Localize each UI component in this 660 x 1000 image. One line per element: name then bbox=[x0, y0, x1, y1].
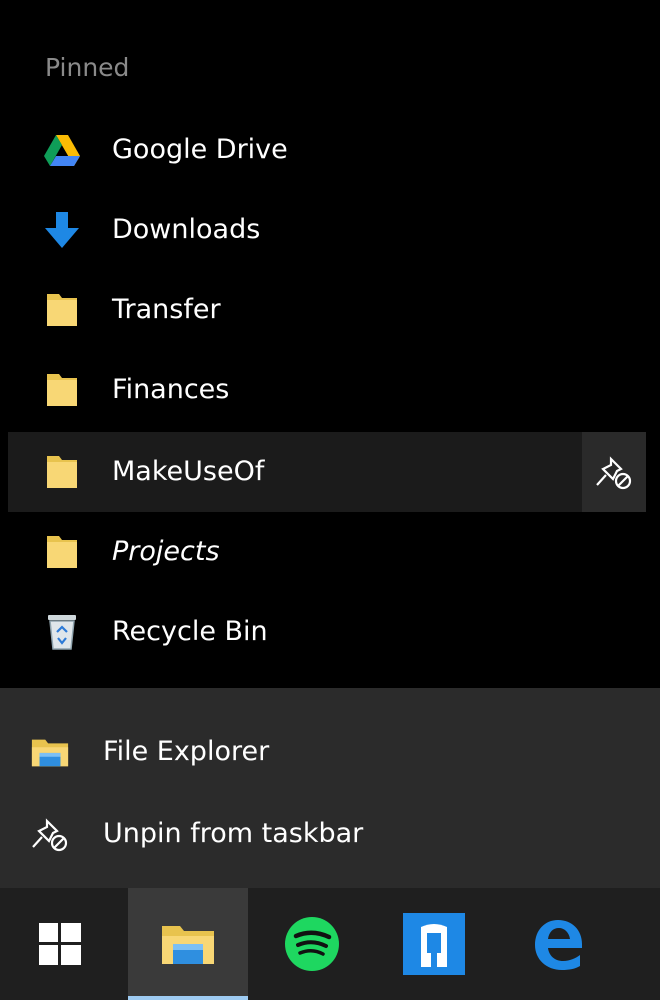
file-explorer-icon bbox=[30, 734, 70, 770]
spotify-icon bbox=[285, 917, 339, 971]
pinned-item-recycle-bin[interactable]: Recycle Bin bbox=[8, 592, 646, 672]
start-button[interactable] bbox=[0, 888, 120, 1000]
unpin-button[interactable] bbox=[582, 432, 646, 512]
recycle-bin-icon bbox=[42, 614, 82, 650]
mail-app-icon bbox=[403, 913, 465, 975]
unpin-icon bbox=[30, 816, 70, 852]
task-label: File Explorer bbox=[103, 736, 270, 767]
windows-start-icon bbox=[39, 923, 81, 965]
pinned-item-label: Projects bbox=[112, 536, 220, 567]
task-unpin-from-taskbar[interactable]: Unpin from taskbar bbox=[0, 794, 660, 874]
unpin-icon bbox=[596, 456, 632, 490]
taskbar-mail-button[interactable] bbox=[374, 888, 494, 1000]
pinned-item-google-drive[interactable]: Google Drive bbox=[8, 110, 646, 190]
taskbar-file-explorer-button[interactable] bbox=[128, 888, 248, 1000]
folder-icon bbox=[42, 292, 82, 328]
download-arrow-icon bbox=[42, 212, 82, 248]
pinned-item-transfer[interactable]: Transfer bbox=[8, 270, 646, 350]
folder-icon bbox=[42, 454, 82, 490]
taskbar bbox=[0, 888, 660, 1000]
pinned-item-label: Google Drive bbox=[112, 134, 288, 165]
pinned-item-label: MakeUseOf bbox=[112, 456, 265, 487]
taskbar-edge-button[interactable] bbox=[498, 888, 618, 1000]
task-file-explorer[interactable]: File Explorer bbox=[0, 712, 660, 792]
task-label: Unpin from taskbar bbox=[103, 818, 364, 849]
taskbar-spotify-button[interactable] bbox=[252, 888, 372, 1000]
pinned-item-label: Transfer bbox=[112, 294, 221, 325]
folder-icon bbox=[42, 534, 82, 570]
folder-icon bbox=[42, 372, 82, 408]
pinned-item-finances[interactable]: Finances bbox=[8, 350, 646, 430]
file-explorer-icon bbox=[162, 926, 214, 964]
edge-browser-icon bbox=[535, 920, 582, 970]
pinned-item-downloads[interactable]: Downloads bbox=[8, 190, 646, 270]
pinned-item-label: Recycle Bin bbox=[112, 616, 268, 647]
pinned-item-projects[interactable]: Projects bbox=[8, 512, 646, 592]
jump-list-tasks: File Explorer Unpin from taskbar bbox=[0, 688, 660, 888]
pinned-item-label: Downloads bbox=[112, 214, 261, 245]
pinned-item-makeuseof[interactable]: MakeUseOf bbox=[8, 432, 646, 512]
google-drive-icon bbox=[42, 132, 82, 168]
section-header-pinned: Pinned bbox=[45, 53, 130, 82]
pinned-item-label: Finances bbox=[112, 374, 230, 405]
